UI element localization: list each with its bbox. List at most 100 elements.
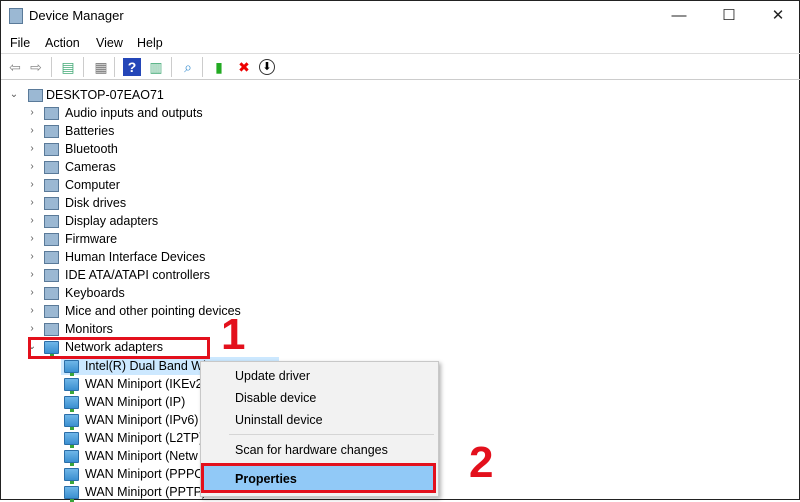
menu-item-disable-device[interactable]: Disable device xyxy=(235,391,316,405)
device-category-icon xyxy=(44,125,59,138)
device-category-icon xyxy=(44,233,59,246)
close-button[interactable]: ✕ xyxy=(763,5,793,27)
menu-action[interactable]: Action xyxy=(45,36,80,50)
chevron-right-icon[interactable]: › xyxy=(27,320,37,338)
tree-item-label: Disk drives xyxy=(65,196,127,210)
action-pane-icon[interactable]: ▥ xyxy=(147,58,165,76)
title-bar: Device Manager — ☐ ✕ xyxy=(1,1,800,31)
toolbar: ⇦ ⇨ ▤ ▦? ▥ ⌕ ▮ ✖ ⬇ xyxy=(1,54,800,80)
tree-item-label: WAN Miniport (IKEv2 xyxy=(85,377,203,391)
device-category-icon xyxy=(44,161,59,174)
network-adapter-icon xyxy=(64,378,79,394)
toolbar-separator xyxy=(202,57,203,77)
network-adapter-icon xyxy=(64,396,79,412)
annotation-step-1: 1 xyxy=(221,310,246,359)
device-category-icon xyxy=(44,323,59,336)
tree-category-disk-drives[interactable]: › Disk drives xyxy=(1,194,800,212)
show-hide-console-tree-icon[interactable]: ▤ xyxy=(59,58,77,76)
tree-item-label: Firmware xyxy=(65,232,118,246)
menu-help[interactable]: Help xyxy=(137,36,163,50)
back-arrow-icon[interactable]: ⇦ xyxy=(6,58,24,76)
chevron-right-icon[interactable]: › xyxy=(27,122,37,140)
update-driver-icon[interactable]: ▮ xyxy=(210,58,228,76)
tree-category-human-interface-devices[interactable]: › Human Interface Devices xyxy=(1,248,800,266)
device-category-icon xyxy=(44,197,59,210)
tree-item-label: DESKTOP-07EAO71 xyxy=(46,88,164,102)
tree-item-label: Mice and other pointing devices xyxy=(65,304,241,318)
chevron-right-icon[interactable]: › xyxy=(27,302,37,320)
help-icon[interactable]: ? xyxy=(123,58,141,76)
forward-arrow-icon[interactable]: ⇨ xyxy=(27,58,45,76)
tree-category-keyboards[interactable]: › Keyboards xyxy=(1,284,800,302)
tree-category-display-adapters[interactable]: › Display adapters xyxy=(1,212,800,230)
toolbar-separator xyxy=(51,57,52,77)
maximize-button[interactable]: ☐ xyxy=(714,5,744,27)
tree-root-computer[interactable]: ⌄ DESKTOP-07EAO71 xyxy=(1,86,800,104)
chevron-right-icon[interactable]: › xyxy=(27,212,37,230)
tree-item-label: Monitors xyxy=(65,322,113,336)
tree-item-label: WAN Miniport (IPv6) xyxy=(85,413,199,427)
tree-item-label: WAN Miniport (IP) xyxy=(85,395,186,409)
device-category-icon xyxy=(44,143,59,156)
chevron-right-icon[interactable]: › xyxy=(27,266,37,284)
device-category-icon xyxy=(44,269,59,282)
chevron-right-icon[interactable]: › xyxy=(27,176,37,194)
menu-item-uninstall-device[interactable]: Uninstall device xyxy=(235,413,323,427)
properties-icon[interactable]: ▦ xyxy=(92,58,110,76)
device-category-icon xyxy=(44,107,59,120)
chevron-right-icon[interactable]: › xyxy=(27,248,37,266)
network-adapter-icon xyxy=(64,360,79,376)
tree-item-label: Audio inputs and outputs xyxy=(65,106,203,120)
tree-category-mice-and-other-pointing-devices[interactable]: › Mice and other pointing devices xyxy=(1,302,800,320)
menu-item-update-driver[interactable]: Update driver xyxy=(235,369,310,383)
tree-item-label: Human Interface Devices xyxy=(65,250,206,264)
minimize-button[interactable]: — xyxy=(664,5,694,27)
tree-category-monitors[interactable]: › Monitors xyxy=(1,320,800,338)
tree-category-ide-ata-atapi-controllers[interactable]: › IDE ATA/ATAPI controllers xyxy=(1,266,800,284)
tree-category-firmware[interactable]: › Firmware xyxy=(1,230,800,248)
device-category-icon xyxy=(44,215,59,228)
tree-item-label: Batteries xyxy=(65,124,115,138)
tree-category-cameras[interactable]: › Cameras xyxy=(1,158,800,176)
scan-hardware-icon[interactable]: ⌕ xyxy=(179,58,197,76)
toolbar-separator xyxy=(171,57,172,77)
device-category-icon xyxy=(44,251,59,264)
tree-item-label: Display adapters xyxy=(65,214,159,228)
tree-item-label: Intel(R) Dual Band Wi xyxy=(85,359,206,373)
network-adapter-icon xyxy=(64,450,79,466)
annotation-box-properties xyxy=(201,463,436,493)
window-title: Device Manager xyxy=(29,8,124,23)
tree-category-batteries[interactable]: › Batteries xyxy=(1,122,800,140)
annotation-box-network-adapters xyxy=(28,337,210,359)
device-category-icon xyxy=(44,179,59,192)
uninstall-icon[interactable]: ✖ xyxy=(235,58,253,76)
toolbar-separator xyxy=(83,57,84,77)
chevron-down-icon[interactable]: ⌄ xyxy=(9,86,19,104)
disable-device-icon[interactable]: ⬇ xyxy=(259,59,275,75)
menu-separator xyxy=(229,434,434,435)
menu-item-scan-hardware[interactable]: Scan for hardware changes xyxy=(235,443,388,457)
tree-item-label: WAN Miniport (PPTP) xyxy=(85,485,207,499)
chevron-right-icon[interactable]: › xyxy=(27,230,37,248)
tree-category-audio-inputs-and-outputs[interactable]: › Audio inputs and outputs xyxy=(1,104,800,122)
network-adapter-icon xyxy=(64,432,79,448)
chevron-right-icon[interactable]: › xyxy=(27,140,37,158)
menu-file[interactable]: File xyxy=(10,36,30,50)
network-adapter-icon xyxy=(64,414,79,430)
menu-bar: File Action View Help xyxy=(1,32,800,54)
chevron-right-icon[interactable]: › xyxy=(27,158,37,176)
tree-item-label: IDE ATA/ATAPI controllers xyxy=(65,268,210,282)
tree-item-label: WAN Miniport (L2TP) xyxy=(85,431,204,445)
tree-category-computer[interactable]: › Computer xyxy=(1,176,800,194)
chevron-right-icon[interactable]: › xyxy=(27,284,37,302)
chevron-right-icon[interactable]: › xyxy=(27,194,37,212)
menu-view[interactable]: View xyxy=(96,36,123,50)
tree-item-label: Bluetooth xyxy=(65,142,118,156)
tree-item-label: Keyboards xyxy=(65,286,125,300)
chevron-right-icon[interactable]: › xyxy=(27,104,37,122)
device-category-icon xyxy=(44,305,59,318)
toolbar-separator xyxy=(114,57,115,77)
tree-category-bluetooth[interactable]: › Bluetooth xyxy=(1,140,800,158)
tree-item-label: Computer xyxy=(65,178,120,192)
device-category-icon xyxy=(28,89,43,102)
